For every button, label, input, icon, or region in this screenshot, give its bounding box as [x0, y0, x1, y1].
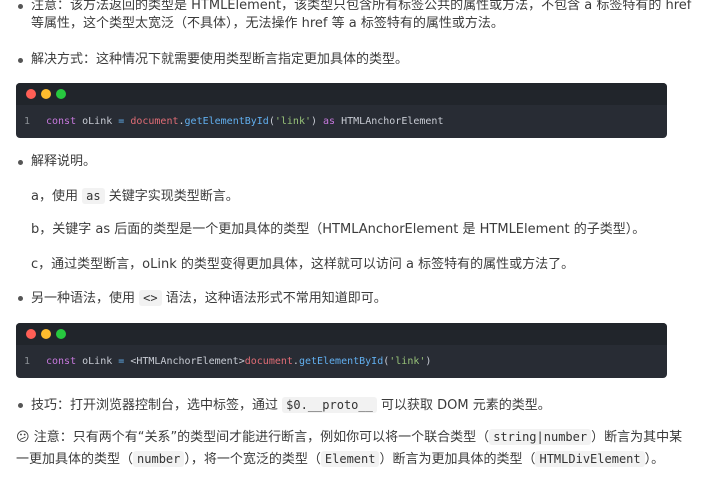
- confused-face-icon: 😕: [16, 430, 30, 445]
- line-number: 1: [24, 356, 31, 367]
- inline-code: HTMLDivElement: [535, 451, 645, 467]
- red-dot-icon: [26, 89, 36, 99]
- note-line-1: 注意：该方法返回的类型是 HTMLElement，该类型只包含所有标签公共的属性…: [31, 0, 692, 13]
- inline-code: string|number: [489, 429, 592, 445]
- green-dot-icon: [56, 329, 66, 339]
- note-line-1: 😕 注意：只有两个有“关系”的类型间才能进行断言，例如你可以将一个联合类型（ st…: [16, 429, 683, 445]
- bullet: [18, 403, 23, 408]
- yellow-dot-icon: [41, 329, 51, 339]
- code-text: const oLink = document.getElementById('l…: [46, 116, 444, 127]
- code-block-2: 1 const oLink = <HTMLAnchorElement>docum…: [16, 323, 667, 378]
- green-dot-icon: [56, 89, 66, 99]
- alt-syntax-text: 另一种语法，使用 <> 语法，这种语法形式不常用知道即可。: [31, 290, 387, 306]
- item-a: a，使用 as 关键字实现类型断言。: [31, 188, 239, 204]
- solution-text: 解决方式：这种情况下就需要使用类型断言指定更加具体的类型。: [31, 52, 409, 67]
- tip-text: 技巧：打开浏览器控制台，选中标签，通过 $0.__proto__ 可以获取 DO…: [31, 397, 551, 413]
- yellow-dot-icon: [41, 89, 51, 99]
- line-number: 1: [24, 116, 31, 127]
- item-c: c，通过类型断言，oLink 的类型变得更加具体，这样就可以访问 a 标签特有的…: [31, 257, 575, 272]
- inline-code: $0.__proto__: [282, 397, 377, 413]
- bullet: [18, 4, 23, 9]
- note-block: 😕 注意：只有两个有“关系”的类型间才能进行断言，例如你可以将一个联合类型（ st…: [16, 428, 682, 469]
- inline-code: number: [133, 451, 185, 467]
- note-line-2: 等属性，这个类型太宽泛（不具体），无法操作 href 等 a 标签特有的属性或方…: [31, 16, 504, 31]
- red-dot-icon: [26, 329, 36, 339]
- inline-code: <>: [139, 290, 162, 306]
- window-bar: [16, 83, 667, 105]
- inline-code: Element: [320, 451, 380, 467]
- note-line-2: 一更加具体的类型（ number ），将一个宽泛的类型（ Element ）断言为更加具…: [16, 451, 665, 467]
- item-b: b，关键字 as 后面的类型是一个更加具体的类型（HTMLAnchorEleme…: [31, 222, 646, 237]
- window-bar: [16, 323, 667, 345]
- inline-code: as: [82, 188, 105, 204]
- code-block-1: 1 const oLink = document.getElementById(…: [16, 83, 667, 138]
- note-paragraph-1: 注意：该方法返回的类型是 HTMLElement，该类型只包含所有标签公共的属性…: [31, 0, 691, 33]
- code-line: 1 const oLink = document.getElementById(…: [16, 105, 667, 138]
- code-text: const oLink = <HTMLAnchorElement>documen…: [46, 356, 432, 367]
- code-line: 1 const oLink = <HTMLAnchorElement>docum…: [16, 345, 667, 378]
- explain-heading: 解释说明。: [31, 154, 97, 169]
- bullet: [18, 58, 23, 63]
- bullet: [18, 160, 23, 165]
- bullet: [18, 296, 23, 301]
